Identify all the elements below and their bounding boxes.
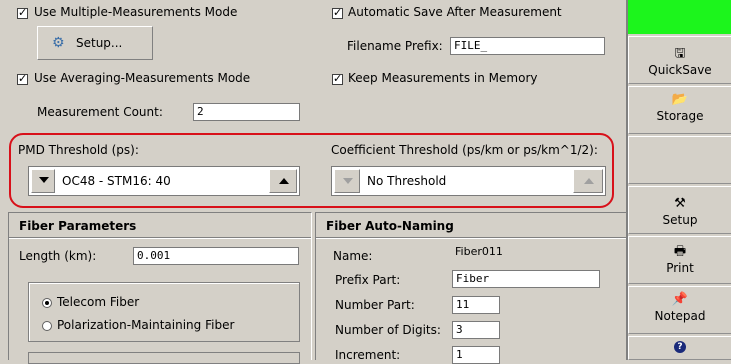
help-button[interactable]: ? [628,336,731,360]
setup-side-label: Setup [662,213,698,227]
coef-threshold-label: Coefficient Threshold (ps/km or ps/km^1/… [331,143,598,157]
up-arrow-icon [279,178,289,184]
up-arrow-icon [584,178,594,184]
coef-increase-button[interactable] [573,169,603,193]
keep-memory-checkbox[interactable] [332,72,343,85]
prefix-part-input[interactable]: Fiber [452,270,600,288]
setup-side-button[interactable]: ⚒ Setup [628,186,731,234]
fiber-auto-naming-title: Fiber Auto-Naming [326,219,454,233]
multi-mode-checkbox[interactable] [17,6,28,19]
pmd-threshold-spinner[interactable]: OC48 - STM16: 40 [28,166,300,196]
multi-mode-label: Use Multiple-Measurements Mode [34,5,238,19]
measurement-count-input[interactable]: 2 [193,103,300,121]
pmd-increase-button[interactable] [269,169,297,193]
number-part-label: Number Part: [335,298,415,312]
printer-icon: 🖶 [673,244,687,259]
name-label: Name: [333,249,373,263]
pm-fiber-radio[interactable] [42,321,52,331]
auto-save-checkbox[interactable] [332,6,343,19]
filename-prefix-label: Filename Prefix: [347,39,443,53]
averaging-checkbox[interactable] [17,72,28,85]
storage-label: Storage [656,109,704,123]
auto-save-label: Automatic Save After Measurement [348,5,562,19]
prefix-part-label: Prefix Part: [335,273,401,287]
notepad-button[interactable]: 📌 Notepad [628,286,731,334]
quicksave-button[interactable]: 🖫 QuickSave [628,36,731,84]
help-icon: ? [674,341,686,353]
fiber-type-group [28,282,300,342]
print-button[interactable]: 🖶 Print [628,236,731,284]
floppy-disk-icon: 🖫 [674,46,686,61]
telecom-fiber-label: Telecom Fiber [57,295,140,309]
quicksave-label: QuickSave [648,63,712,77]
digits-input[interactable]: 3 [452,321,500,339]
notepad-label: Notepad [654,309,706,323]
pmd-threshold-value: OC48 - STM16: 40 [62,174,171,188]
setup-button[interactable]: ⚙ Setup... [37,26,153,60]
down-arrow-icon [39,177,49,183]
down-arrow-icon [343,178,353,184]
status-indicator [628,0,731,34]
length-label: Length (km): [19,249,97,263]
length-input[interactable]: 0.001 [133,247,299,265]
name-value: Fiber011 [455,245,503,258]
increment-input[interactable]: 1 [452,346,500,364]
averaging-label: Use Averaging-Measurements Mode [34,71,251,85]
keep-memory-label: Keep Measurements in Memory [348,71,538,85]
coef-decrease-button[interactable] [334,169,360,193]
pmd-threshold-label: PMD Threshold (ps): [18,143,139,157]
pm-fiber-label: Polarization-Maintaining Fiber [57,318,235,332]
folder-icon: 📂 [671,92,689,107]
number-part-input[interactable]: 11 [452,296,500,314]
setup-button-label: Setup... [76,36,123,50]
telecom-fiber-radio[interactable] [42,298,52,308]
digits-label: Number of Digits: [335,323,441,337]
setup-gear-icon: ⚙ [52,35,65,51]
fiber-auto-naming-divider [316,237,626,239]
sidebar-empty-slot [628,136,731,184]
pmd-decrease-button[interactable] [31,169,55,193]
coef-threshold-spinner[interactable]: No Threshold [331,166,606,196]
coef-threshold-value: No Threshold [367,174,447,188]
fiber-sub-group [28,352,300,364]
measurement-count-label: Measurement Count: [37,105,163,119]
fiber-parameters-divider [9,237,311,239]
tools-icon: ⚒ [674,196,686,211]
pushpin-icon: 📌 [671,292,689,307]
storage-button[interactable]: 📂 Storage [628,86,731,134]
print-label: Print [666,261,694,275]
fiber-parameters-title: Fiber Parameters [19,219,137,233]
filename-prefix-input[interactable]: FILE_ [450,37,605,55]
